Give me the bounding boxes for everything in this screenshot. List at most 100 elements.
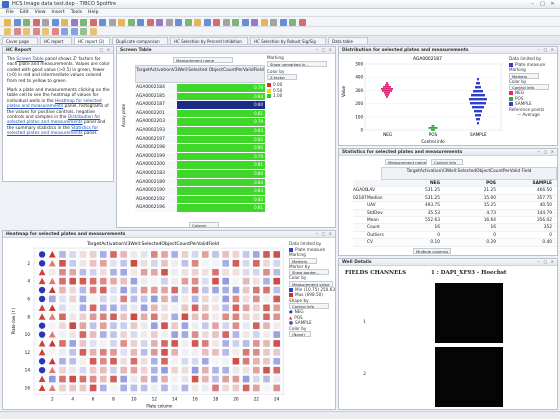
- z-factor-cell[interactable]: 0.81: [177, 161, 265, 169]
- toolbar-icon[interactable]: [32, 28, 40, 35]
- size-by-selector[interactable]: (None): [289, 331, 311, 337]
- toolbar-icon[interactable]: [23, 18, 30, 26]
- toolbar-icon[interactable]: [89, 28, 97, 35]
- toolbar-icon[interactable]: [213, 18, 220, 26]
- control-info-selector[interactable]: Control info: [431, 159, 463, 165]
- maximize-button[interactable]: □: [538, 1, 547, 7]
- close-button[interactable]: ✕: [548, 1, 557, 7]
- toolbar-icon[interactable]: [289, 18, 296, 26]
- tab-6[interactable]: Data table: [328, 37, 368, 44]
- tab-0[interactable]: Cover page: [2, 37, 38, 44]
- toolbar-icon[interactable]: [260, 18, 268, 26]
- toolbar-icon[interactable]: [270, 18, 277, 26]
- cell-image-field-2[interactable]: [435, 347, 503, 407]
- menu-item-view[interactable]: View: [35, 9, 46, 17]
- z-factor-cell[interactable]: 0.82: [177, 195, 265, 204]
- toolbar-icon[interactable]: [42, 28, 49, 35]
- toolbar-icon[interactable]: [127, 18, 135, 26]
- toolbar-icon[interactable]: [137, 18, 144, 26]
- table-row[interactable]: AGA0002183 0.80: [135, 169, 265, 179]
- toolbar-icon[interactable]: [251, 18, 258, 26]
- panel-controls[interactable]: − □ ✕: [537, 259, 555, 264]
- table-row[interactable]: AGA0002193 0.83: [135, 126, 265, 136]
- z-factor-cell[interactable]: 0.82: [177, 135, 265, 144]
- z-factor-cell[interactable]: 0.81: [177, 109, 265, 118]
- table-row[interactable]: AGA0002200 0.81: [135, 161, 265, 170]
- table-row[interactable]: AGA0002190 0.83: [135, 187, 265, 196]
- menu-item-help[interactable]: Help: [88, 9, 98, 17]
- tab-2[interactable]: HC report (2): [74, 37, 110, 44]
- table-row[interactable]: AGA0002192 0.82: [135, 195, 265, 205]
- toolbar-icon[interactable]: [156, 18, 163, 26]
- toolbar-icon[interactable]: [165, 18, 173, 26]
- menu-item-edit[interactable]: Edit: [20, 9, 29, 17]
- tab-5[interactable]: HC Selection by Robust Sig/Sig: [250, 37, 326, 44]
- marking-selector[interactable]: Show unmarked in...: [267, 60, 327, 67]
- z-factor-cell[interactable]: 0.81: [177, 204, 265, 212]
- table-row[interactable]: AGA0002189 0.84: [135, 178, 265, 188]
- toolbar-icon[interactable]: [232, 18, 239, 26]
- tab-3[interactable]: Duplicate comparison: [112, 37, 168, 44]
- color-by-selector[interactable]: Z-factor: [267, 74, 297, 80]
- table-row[interactable]: AGA0002199 0.79: [135, 152, 265, 162]
- panel-controls[interactable]: − □ ✕: [315, 231, 333, 236]
- table-row[interactable]: AGA0002197 0.82: [135, 135, 265, 145]
- table-row[interactable]: AGA0002185 0.84: [135, 92, 265, 102]
- toolbar-icon[interactable]: [203, 18, 211, 26]
- toolbar-icon[interactable]: [279, 18, 287, 26]
- toolbar-icon[interactable]: [4, 18, 11, 26]
- toolbar-icon[interactable]: [108, 18, 116, 26]
- toolbar-icon[interactable]: [70, 18, 78, 26]
- toolbar-icon[interactable]: [51, 18, 59, 26]
- panel-controls[interactable]: □ ✕: [100, 47, 111, 52]
- toolbar-icon[interactable]: [194, 18, 201, 26]
- toolbar-icon[interactable]: [80, 18, 87, 26]
- heatmap-chart[interactable]: TargetActivationV3Well:SelectedObjectCou…: [3, 238, 288, 410]
- table-row[interactable]: AGA0002196 0.81: [135, 204, 265, 213]
- toolbar-icon[interactable]: [42, 18, 49, 26]
- multiple-columns-selector[interactable]: Multiple columns (3): [413, 248, 451, 254]
- toolbar-icon[interactable]: [4, 28, 11, 35]
- table-row[interactable]: AGA0002184 0.78: [135, 84, 265, 93]
- toolbar-icon[interactable]: [61, 28, 68, 35]
- toolbar-icon[interactable]: [146, 18, 154, 26]
- toolbar-icon[interactable]: [89, 18, 97, 26]
- measurement-selector[interactable]: Measurement name: [173, 57, 233, 63]
- cell-image-field-1[interactable]: [435, 283, 503, 343]
- minimize-button[interactable]: –: [528, 1, 537, 7]
- z-factor-cell[interactable]: 0.83: [177, 126, 265, 135]
- measurement-selector[interactable]: Measurement name: [385, 159, 427, 165]
- z-factor-cell[interactable]: 0.80: [177, 169, 265, 178]
- z-factor-cell[interactable]: 0.84: [177, 92, 265, 101]
- toolbar-icon[interactable]: [80, 28, 87, 35]
- panel-controls[interactable]: − □ ✕: [537, 149, 555, 154]
- column-selector[interactable]: Column: [189, 222, 219, 227]
- z-factor-cell[interactable]: 0.80: [177, 101, 265, 109]
- z-factor-cell[interactable]: 0.84: [177, 178, 265, 187]
- menu-item-tools[interactable]: Tools: [71, 9, 82, 17]
- distribution-chart[interactable]: AGA0002187 500 400 300 200 100 0 Value NEG POS SAM…: [339, 54, 507, 146]
- toolbar-icon[interactable]: [241, 18, 249, 26]
- toolbar-icon[interactable]: [51, 28, 59, 35]
- toolbar-icon[interactable]: [70, 28, 78, 35]
- toolbar-icon[interactable]: [32, 18, 40, 26]
- panel-controls[interactable]: − □ ✕: [537, 47, 555, 52]
- toolbar-icon[interactable]: [184, 18, 192, 26]
- menu-item-insert[interactable]: Insert: [52, 9, 65, 17]
- toolbar-icon[interactable]: [13, 18, 21, 26]
- z-factor-cell[interactable]: 0.85: [177, 144, 265, 152]
- table-row[interactable]: AGA0002201 0.81: [135, 109, 265, 119]
- toolbar-icon[interactable]: [13, 28, 21, 35]
- table-row[interactable]: AGA0002203 0.79: [135, 118, 265, 127]
- z-factor-cell[interactable]: 0.83: [177, 187, 265, 195]
- tab-1[interactable]: HC report: [40, 37, 72, 44]
- z-factor-cell[interactable]: 0.79: [177, 118, 265, 126]
- toolbar-icon[interactable]: [298, 18, 306, 26]
- toolbar-icon[interactable]: [99, 18, 106, 26]
- toolbar-icon[interactable]: [23, 28, 30, 35]
- z-factor-cell[interactable]: 0.79: [177, 152, 265, 161]
- toolbar-icon[interactable]: [61, 18, 68, 26]
- z-factor-cell[interactable]: 0.78: [177, 84, 265, 92]
- menu-item-file[interactable]: File: [6, 9, 14, 17]
- toolbar-icon[interactable]: [222, 18, 230, 26]
